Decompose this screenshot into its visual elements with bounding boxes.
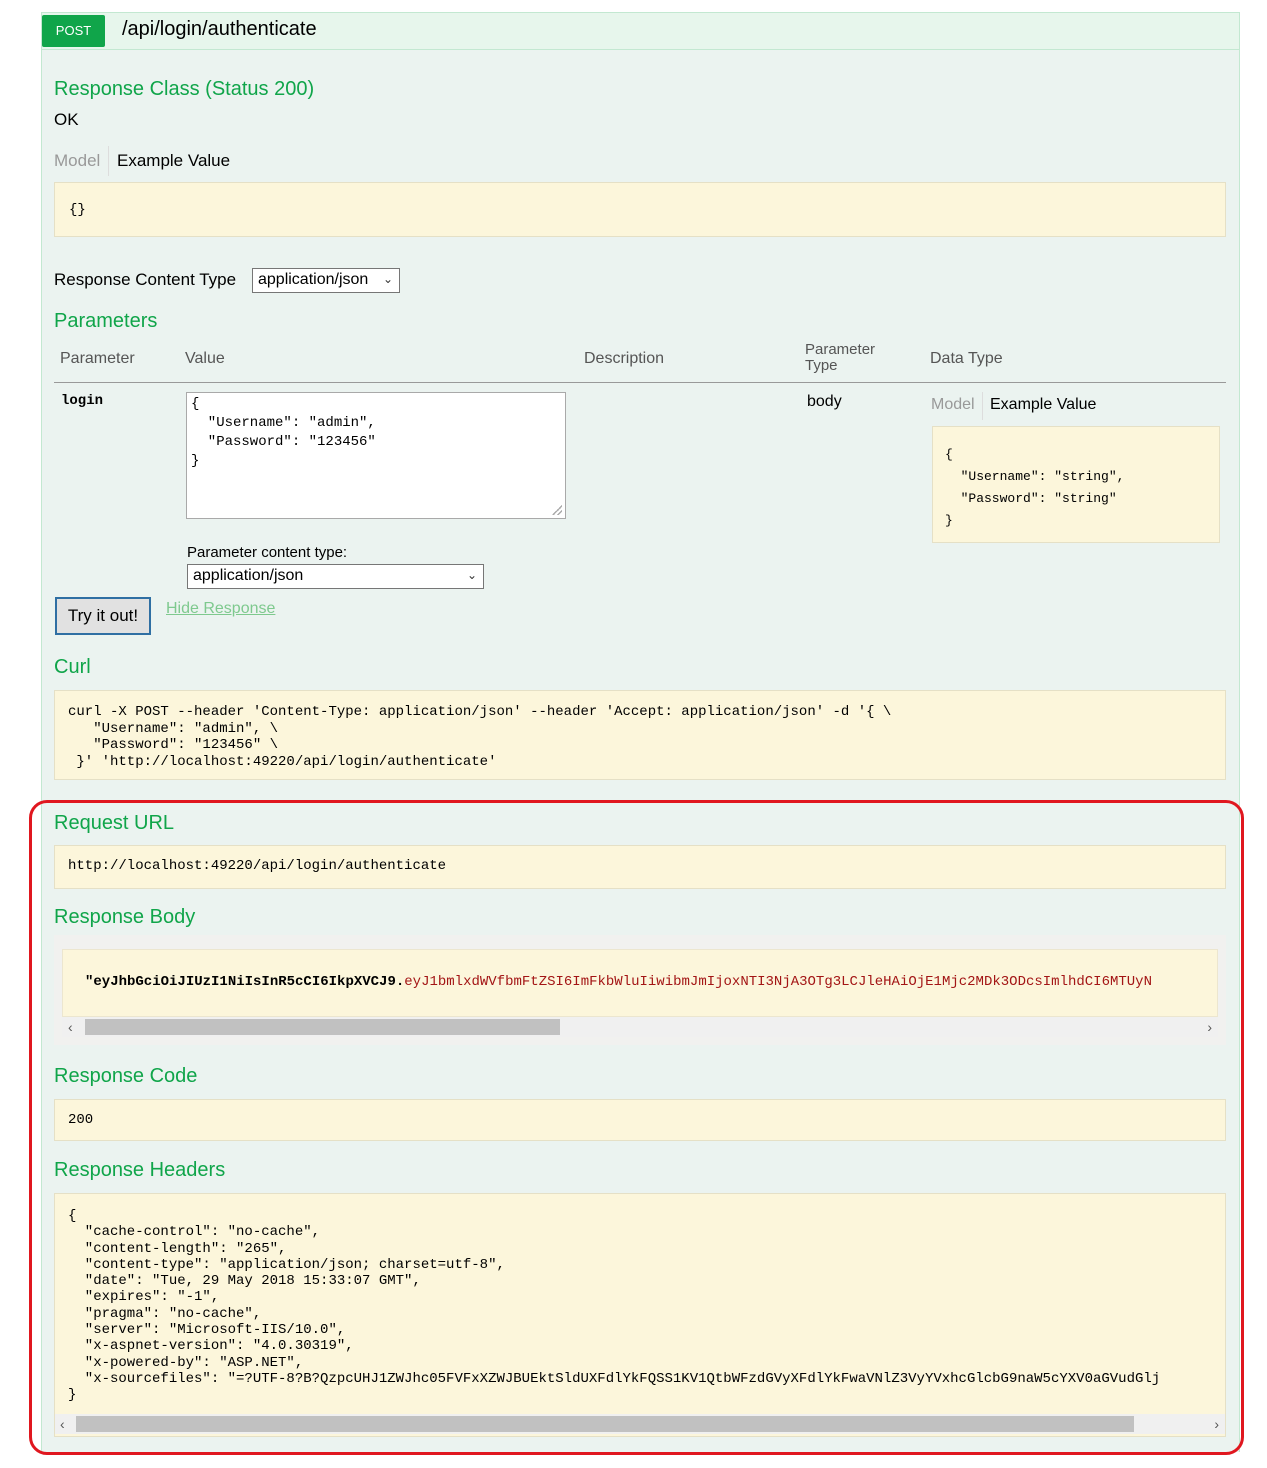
highlight-annotation-box bbox=[29, 800, 1244, 1455]
response-content-type-select[interactable]: application/json ⌄ bbox=[252, 268, 400, 293]
response-content-type-value: application/json bbox=[258, 271, 369, 288]
col-parameter-type: Parameter Type bbox=[805, 341, 876, 374]
tab-divider bbox=[108, 146, 109, 176]
http-method-badge: POST bbox=[42, 15, 105, 47]
param-example-value: { "Username": "string", "Password": "str… bbox=[932, 426, 1220, 543]
curl-title: Curl bbox=[54, 656, 91, 678]
table-header-rule bbox=[54, 382, 1226, 383]
param-value-textarea[interactable]: { "Username": "admin", "Password": "1234… bbox=[186, 392, 566, 519]
col-data-type: Data Type bbox=[930, 350, 1003, 367]
param-example-tab[interactable]: Example Value bbox=[990, 396, 1096, 414]
response-content-type-label: Response Content Type bbox=[54, 270, 237, 289]
curl-command: curl -X POST --header 'Content-Type: app… bbox=[54, 690, 1226, 780]
endpoint-path[interactable]: /api/login/authenticate bbox=[122, 18, 317, 41]
try-it-out-button[interactable]: Try it out! bbox=[55, 597, 151, 635]
example-value-tab[interactable]: Example Value bbox=[117, 151, 230, 171]
param-content-type-select[interactable]: application/json ⌄ bbox=[187, 564, 484, 589]
response-class-example: {} bbox=[54, 182, 1226, 237]
operation-header[interactable]: POST /api/login/authenticate bbox=[42, 13, 1239, 50]
col-description: Description bbox=[584, 350, 665, 367]
resize-grip-icon[interactable] bbox=[552, 505, 564, 517]
col-parameter: Parameter bbox=[60, 350, 135, 367]
param-name: login bbox=[61, 393, 104, 409]
param-tab-divider bbox=[982, 392, 983, 420]
chevron-down-icon: ⌄ bbox=[382, 272, 393, 286]
param-type: body bbox=[807, 393, 842, 410]
response-status-text: OK bbox=[54, 110, 79, 129]
param-content-type-value: application/json bbox=[193, 567, 304, 584]
hide-response-link[interactable]: Hide Response bbox=[166, 600, 275, 618]
param-model-tab[interactable]: Model bbox=[931, 396, 975, 414]
param-content-type-label: Parameter content type: bbox=[187, 544, 348, 561]
chevron-down-icon: ⌄ bbox=[466, 568, 477, 582]
col-value: Value bbox=[185, 350, 225, 367]
response-class-title: Response Class (Status 200) bbox=[54, 78, 315, 100]
model-tab[interactable]: Model bbox=[54, 151, 100, 171]
parameters-title: Parameters bbox=[54, 310, 158, 332]
